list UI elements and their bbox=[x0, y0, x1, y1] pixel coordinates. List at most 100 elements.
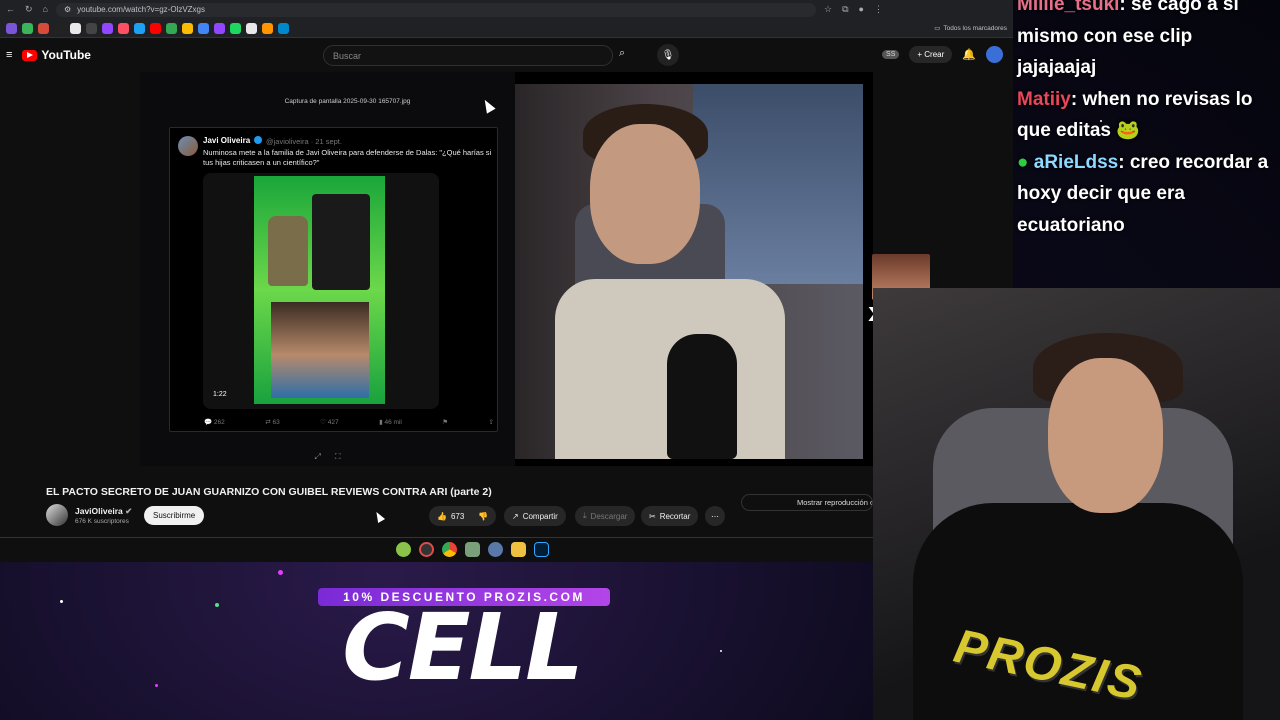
promo-headline: CELL bbox=[342, 594, 584, 701]
bookmark-icon[interactable] bbox=[246, 22, 257, 34]
phone-screen bbox=[312, 194, 370, 290]
bookmark-icon[interactable] bbox=[230, 22, 241, 34]
verified-badge-icon bbox=[254, 136, 262, 144]
microphone-icon[interactable]: 🎙 bbox=[657, 44, 679, 66]
stream-scene: ← ↻ ⌂ ⚙ youtube.com/watch?v=gz-OlzVZxgs … bbox=[0, 0, 1280, 720]
retweet-count-value: 63 bbox=[272, 419, 280, 426]
create-button[interactable]: + Crear bbox=[909, 46, 953, 63]
browser-toolbar: ← ↻ ⌂ ⚙ youtube.com/watch?v=gz-OlzVZxgs … bbox=[0, 0, 1013, 19]
back-icon[interactable]: ← bbox=[6, 4, 15, 15]
views-count: ▮ 46 mil bbox=[379, 419, 402, 426]
streamer-head bbox=[590, 124, 700, 264]
bookmark-icon[interactable] bbox=[6, 22, 17, 34]
search-input[interactable]: Buscar bbox=[323, 45, 613, 66]
download-label: Descargar bbox=[590, 511, 628, 521]
bookmark-icon[interactable] bbox=[22, 22, 33, 34]
chat-message: Matiiy: when no revisas lo que editas 🐸 bbox=[1017, 84, 1276, 147]
menu-icon[interactable]: ⋮ bbox=[874, 4, 883, 15]
more-horizontal-icon: ⋯ bbox=[711, 511, 719, 521]
show-playback-button[interactable]: Mostrar reproducción c bbox=[741, 494, 873, 511]
reply-count[interactable]: 💬 262 bbox=[204, 418, 225, 426]
bookmark-icon[interactable] bbox=[86, 22, 97, 34]
create-label: Crear bbox=[924, 50, 945, 59]
divider bbox=[0, 537, 1013, 538]
bookmark-icon[interactable] bbox=[262, 22, 273, 34]
video-duration: 1:22 bbox=[213, 391, 227, 398]
mouse-cursor bbox=[372, 509, 386, 524]
photoshop-icon[interactable] bbox=[534, 542, 549, 557]
bookmark-icon[interactable] bbox=[134, 22, 145, 34]
chat-username: Matiiy bbox=[1017, 88, 1071, 110]
bookmark-icon[interactable] bbox=[38, 22, 49, 34]
chat-username: Millie_tsuki bbox=[1017, 0, 1120, 15]
thumbs-down-icon[interactable]: 👎 bbox=[478, 512, 488, 521]
tweet-card: Javi Oliveira @javioliveira · 21 sept. N… bbox=[169, 127, 498, 432]
nav-buttons: ← ↻ ⌂ bbox=[6, 4, 48, 15]
account-avatar[interactable] bbox=[986, 46, 1003, 63]
star bbox=[278, 570, 283, 575]
thumbs-up-icon: 👍 bbox=[437, 511, 447, 521]
webcam-feed: PROZIS bbox=[873, 288, 1280, 720]
youtube-logo-text: YouTube bbox=[41, 48, 91, 62]
bookmark-star-icon[interactable]: ☆ bbox=[824, 4, 832, 15]
bookmark-icon[interactable] bbox=[54, 22, 65, 34]
clip-label: Recortar bbox=[659, 511, 691, 521]
like-count[interactable]: ♡ 427 bbox=[320, 418, 339, 426]
download-button[interactable]: ⤓ Descargar bbox=[575, 506, 636, 526]
star bbox=[215, 603, 219, 607]
chat-message: ● aRieLdss: creo recordar a hoxy decir q… bbox=[1017, 147, 1276, 242]
verified-icon: ✔ bbox=[125, 506, 133, 516]
video-player[interactable]: Captura de pantalla 2025-09-30 165707.jp… bbox=[140, 72, 873, 466]
app-icon[interactable] bbox=[465, 542, 480, 557]
share-icon[interactable]: ⇪ bbox=[489, 418, 494, 426]
bookmark-icon[interactable] bbox=[118, 22, 129, 34]
site-info-icon[interactable]: ⚙ bbox=[64, 5, 71, 14]
channel-avatar[interactable] bbox=[46, 504, 68, 526]
bookmark-icon[interactable] bbox=[182, 22, 193, 34]
reload-icon[interactable]: ↻ bbox=[25, 4, 33, 15]
tweet-actions: 💬 262 ⇄ 63 ♡ 427 ▮ 46 mil ⚑ ⇪ bbox=[204, 418, 494, 426]
star bbox=[60, 600, 63, 603]
app-icon[interactable] bbox=[419, 542, 434, 557]
share-button[interactable]: ↗ Compartir bbox=[504, 506, 566, 526]
retweet-count[interactable]: ⇄ 63 bbox=[265, 418, 280, 426]
search-icon[interactable]: ⌕ bbox=[619, 47, 625, 60]
bookmark-icon[interactable] bbox=[214, 22, 225, 34]
all-bookmarks[interactable]: ▭ Todos los marcadores bbox=[934, 24, 1007, 33]
reply-count-value: 262 bbox=[213, 419, 225, 426]
bookmark-icon[interactable] bbox=[198, 22, 209, 34]
folder-icon[interactable] bbox=[511, 542, 526, 557]
face-cam bbox=[271, 302, 369, 398]
profile-icon[interactable]: ● bbox=[859, 4, 864, 15]
hamburger-menu-icon[interactable]: ≡ bbox=[6, 49, 12, 61]
like-button[interactable]: 👍 673 👎 bbox=[429, 506, 497, 526]
chrome-icon[interactable] bbox=[442, 542, 457, 557]
bookmark-icon[interactable] bbox=[166, 22, 177, 34]
app-icon[interactable] bbox=[488, 542, 503, 557]
app-icon[interactable] bbox=[396, 542, 411, 557]
microphone bbox=[667, 334, 737, 459]
extensions-icon[interactable]: ⧉ bbox=[842, 4, 848, 15]
bookmark-icon[interactable] bbox=[278, 22, 289, 34]
youtube-logo[interactable]: YouTube bbox=[22, 48, 91, 62]
bookmark-icon[interactable] bbox=[150, 22, 161, 34]
notifications-bell-icon[interactable]: 🔔 bbox=[962, 48, 976, 61]
url-text: youtube.com/watch?v=gz-OlzVZxgs bbox=[77, 5, 205, 14]
address-bar[interactable]: ⚙ youtube.com/watch?v=gz-OlzVZxgs bbox=[55, 2, 816, 17]
fullscreen-icon[interactable]: ⛶ bbox=[335, 452, 341, 462]
bookmark-icon[interactable]: ⚑ bbox=[442, 418, 448, 426]
chat-message: Millie_tsuki: se cagó a si mismo con ese… bbox=[1017, 0, 1276, 84]
subscribe-button[interactable]: Suscribirme bbox=[144, 506, 205, 525]
tweet-video: 1:22 bbox=[203, 173, 439, 409]
viewer-controls: ⤢ ⛶ bbox=[140, 447, 515, 466]
fit-screen-icon[interactable]: ⤢ bbox=[314, 452, 320, 462]
like-count-value: 427 bbox=[327, 419, 339, 426]
screenshot-viewer: Captura de pantalla 2025-09-30 165707.jp… bbox=[140, 72, 515, 466]
channel-name[interactable]: JaviOliveira ✔ bbox=[75, 506, 132, 517]
bookmark-icon[interactable] bbox=[70, 22, 81, 34]
clip-button[interactable]: ✂ Recortar bbox=[641, 506, 699, 526]
tweet-handle: @javioliveira · 21 sept. bbox=[266, 137, 342, 146]
home-icon[interactable]: ⌂ bbox=[43, 4, 48, 15]
bookmark-icon[interactable] bbox=[102, 22, 113, 34]
more-actions-button[interactable]: ⋯ bbox=[705, 506, 725, 526]
